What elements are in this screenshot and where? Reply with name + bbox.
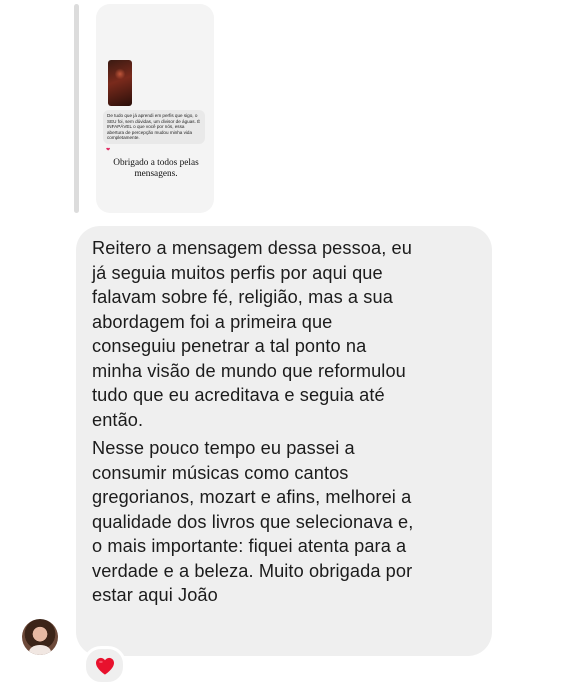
story-caption-line: Obrigado a todos pelas bbox=[113, 158, 199, 168]
story-caption-line: mensagens. bbox=[134, 169, 178, 179]
reply-indicator-bar bbox=[74, 4, 79, 213]
story-reply-preview[interactable]: De tudo que já aprendi em perfis que sig… bbox=[96, 4, 214, 213]
message-line: já seguia muitos perfis por aqui que bbox=[92, 262, 383, 283]
heart-icon bbox=[95, 657, 114, 675]
message-line: consumir músicas como cantos bbox=[92, 462, 349, 483]
sender-avatar[interactable] bbox=[22, 619, 58, 655]
story-quoted-message: De tudo que já aprendi em perfis que sig… bbox=[103, 110, 205, 144]
message-line: tudo que eu acreditava e seguia até bbox=[92, 385, 385, 405]
message-paragraph-1: Reitero a mensagem dessa pessoa, eu já s… bbox=[92, 236, 476, 432]
heart-reaction[interactable] bbox=[83, 646, 126, 685]
message-line: Reitero a mensagem dessa pessoa, eu bbox=[92, 238, 412, 258]
message-line: estar aqui João bbox=[92, 585, 218, 605]
message-line: minha visão de mundo que reformulou bbox=[92, 360, 406, 381]
message-line: Nesse pouco tempo eu passei a bbox=[92, 438, 355, 458]
message-line: conseguiu penetrar a tal ponto na bbox=[92, 336, 367, 356]
story-heart-icon: ❤ bbox=[106, 147, 111, 153]
message-paragraph-2: Nesse pouco tempo eu passei a consumir m… bbox=[92, 436, 476, 608]
message-line: qualidade dos livros que selecionava e, bbox=[92, 511, 414, 532]
story-caption: Obrigado a todos pelas mensagens. bbox=[106, 158, 206, 180]
message-bubble[interactable]: Reitero a mensagem dessa pessoa, eu já s… bbox=[76, 226, 492, 656]
message-line: então. bbox=[92, 409, 144, 430]
story-thumbnail-image bbox=[108, 60, 132, 106]
message-line: o mais importante: fiquei atenta para a bbox=[92, 536, 407, 556]
message-line: abordagem foi a primeira que bbox=[92, 311, 333, 332]
message-line: verdade e a beleza. Muito obrigada por bbox=[92, 560, 413, 581]
message-line: gregorianos, mozart e afins, melhorei a bbox=[92, 487, 412, 507]
message-line: falavam sobre fé, religião, mas a sua bbox=[92, 287, 393, 307]
